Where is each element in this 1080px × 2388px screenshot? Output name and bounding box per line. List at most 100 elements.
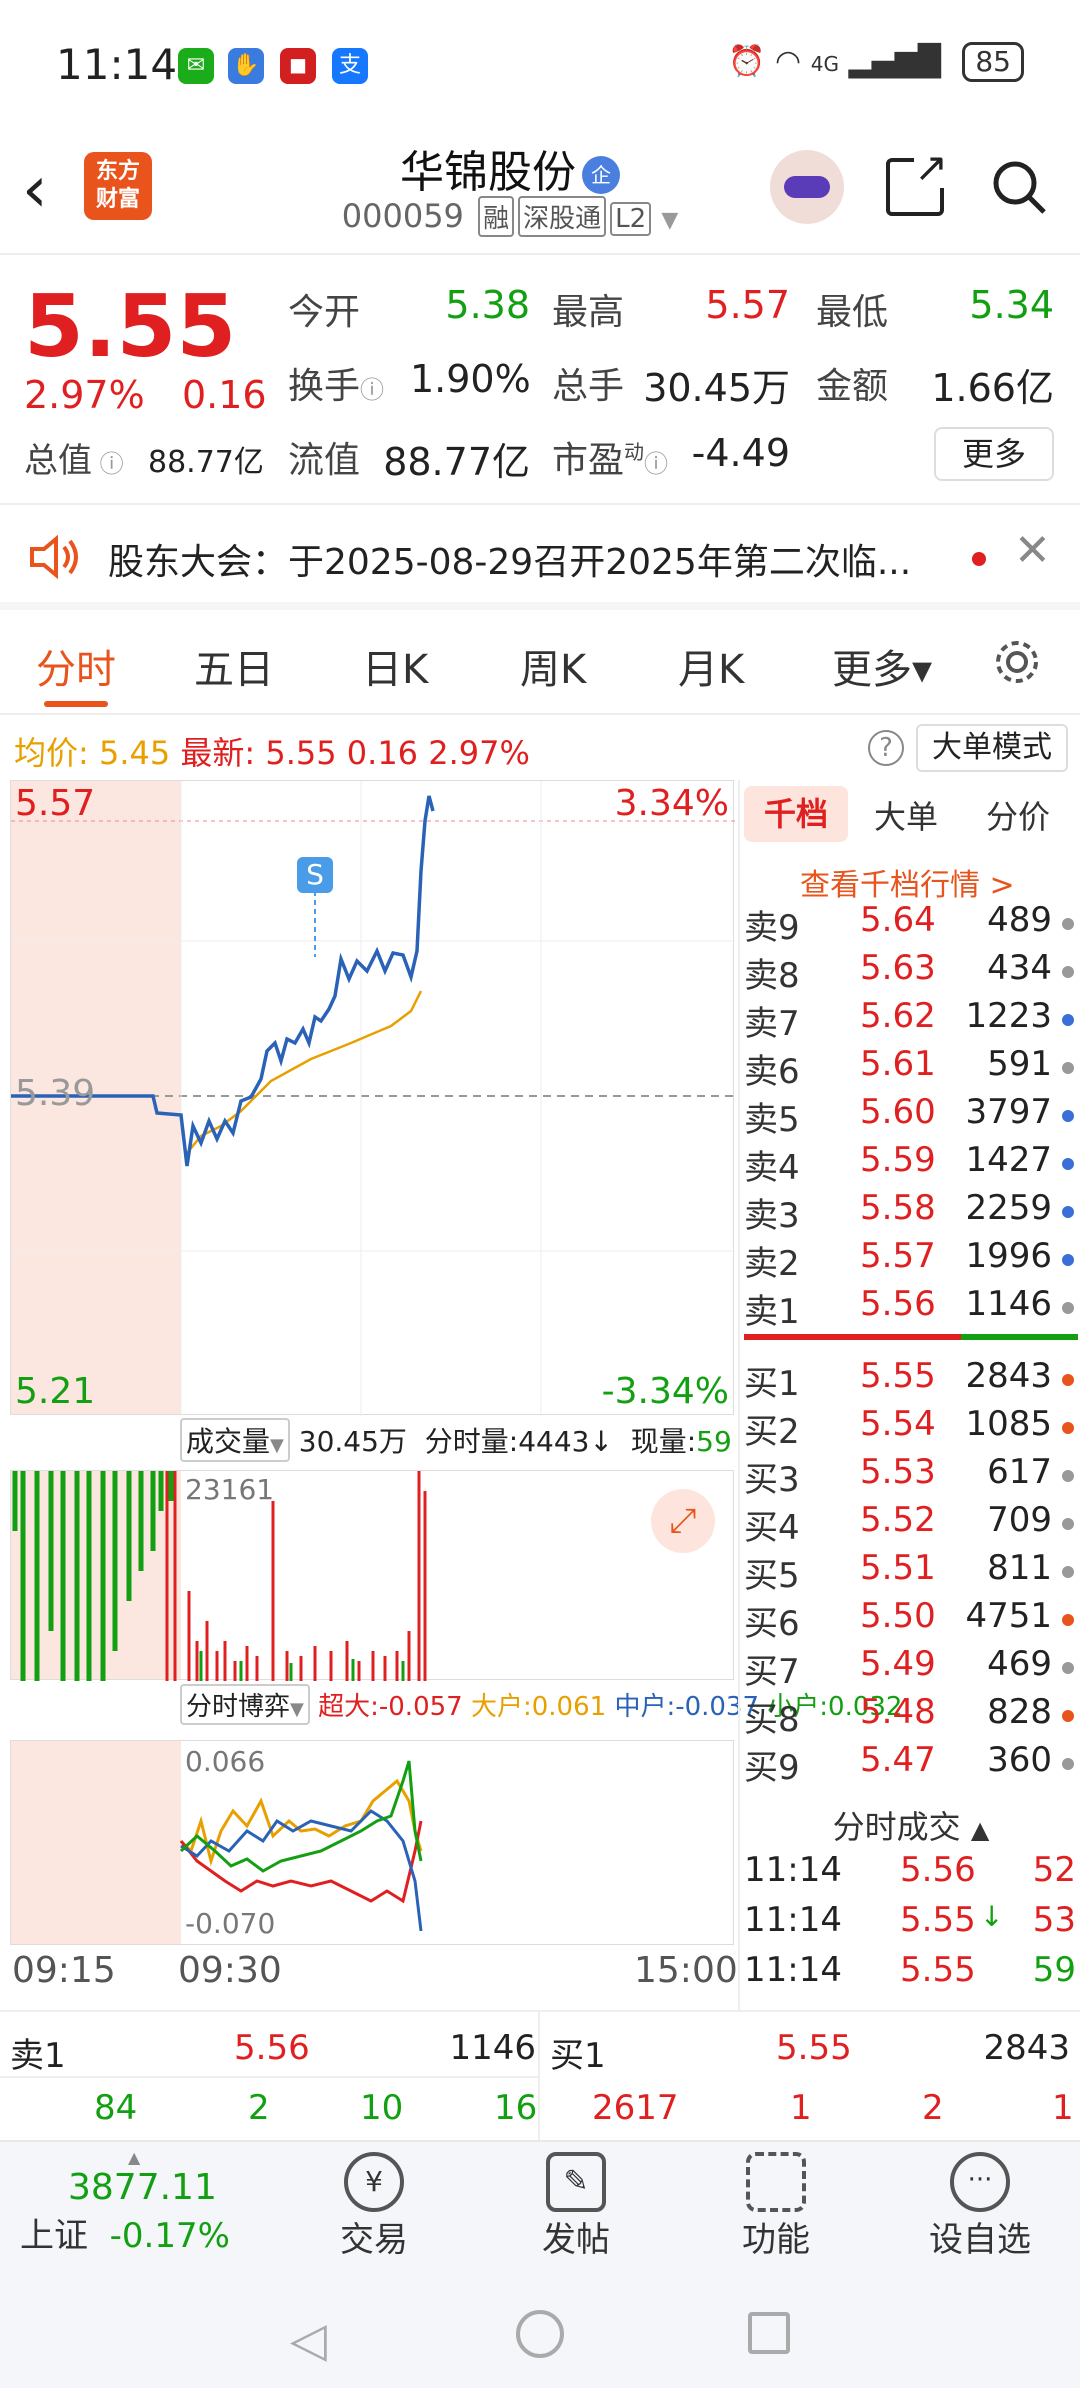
tab-big-order[interactable]: 大单	[874, 792, 938, 838]
flow-super: 超大:-0.057	[318, 1692, 463, 1722]
stock-name: 华锦股份企	[300, 136, 720, 200]
market-value: 88.77亿	[148, 445, 264, 480]
y-axis-mid: 5.39	[15, 1073, 96, 1114]
sell-row[interactable]: 卖9 5.64 489	[740, 900, 1080, 948]
high-value: 5.57	[705, 283, 790, 327]
ticks-header[interactable]: 分时成交 ▲	[740, 1802, 1080, 1848]
index-ticker[interactable]: ▲ 3877.11 上证 -0.17%	[20, 2148, 260, 2257]
back-triangle-icon[interactable]: ◁	[290, 2312, 327, 2368]
assistant-icon[interactable]	[770, 150, 844, 224]
signal-marker[interactable]: S	[297, 857, 333, 893]
tab-thousand-level[interactable]: 千档	[744, 786, 848, 842]
sell-row[interactable]: 卖4 5.59 1427	[740, 1140, 1080, 1188]
buy-row[interactable]: 买5 5.51 811	[740, 1548, 1080, 1596]
order-dot	[1062, 1158, 1074, 1170]
volume-chart[interactable]: 23161 ⤢	[10, 1470, 734, 1681]
sell-row[interactable]: 卖8 5.63 434	[740, 948, 1080, 996]
sell-row[interactable]: 卖2 5.57 1996	[740, 1236, 1080, 1284]
tick-row: 11:14 5.55 59	[744, 1950, 1080, 1998]
index-value: 3877.11	[68, 2167, 217, 2208]
help-icon[interactable]: ?	[868, 730, 904, 766]
buy-row[interactable]: 买7 5.49 469	[740, 1644, 1080, 1692]
tick-volume: 53	[1032, 1900, 1076, 1940]
index-name: 上证	[20, 2216, 88, 2256]
pe-value: -4.49	[691, 431, 790, 475]
back-icon[interactable]: ‹	[22, 158, 48, 222]
stock-code-row[interactable]: 000059 融深股通 L2 ▼	[300, 196, 720, 237]
order-dot	[1062, 1422, 1074, 1434]
notice-bar[interactable]: 股东大会：于2025-08-29召开2025年第二次临... ✕	[0, 505, 1080, 610]
share-icon[interactable]: ↗	[886, 148, 948, 216]
buy-volume: 811	[987, 1548, 1052, 1588]
buy-level: 买5	[744, 1556, 800, 1596]
buy-row[interactable]: 买8 5.48 828	[740, 1692, 1080, 1740]
buy-row[interactable]: 买2 5.54 1085	[740, 1404, 1080, 1452]
chart-tabs: 分时 五日 日K 周K 月K 更多▾	[0, 615, 1080, 715]
nav-trade[interactable]: ¥ 交易	[314, 2152, 434, 2261]
price-line	[11, 781, 735, 1416]
gear-icon[interactable]	[992, 637, 1042, 687]
tab-price-distribution[interactable]: 分价	[986, 792, 1050, 838]
wechat-icon: ✉	[178, 48, 214, 84]
signal-icon: ▂▄▆█	[848, 44, 941, 79]
close-icon[interactable]: ✕	[1014, 525, 1051, 576]
flow-large: 大户:0.061	[470, 1692, 607, 1722]
tab-daily-k[interactable]: 日K	[362, 637, 428, 695]
bottom-nav: ▲ 3877.11 上证 -0.17% ¥ 交易 ✎ 发帖 功能 ··· 设自选	[0, 2140, 1080, 2276]
buy-price: 5.52	[860, 1500, 936, 1540]
speaker-icon	[26, 533, 82, 581]
home-icon[interactable]	[516, 2310, 564, 2358]
tab-weekly-k[interactable]: 周K	[520, 637, 586, 695]
sell-volume: 1223	[965, 996, 1052, 1036]
intraday-chart[interactable]: S 5.57 5.39 5.21 3.34% -3.34%	[10, 780, 735, 1416]
amount-label: 金额	[816, 366, 889, 407]
tab-intraday[interactable]: 分时	[36, 637, 116, 695]
sell-volume: 1427	[965, 1140, 1052, 1180]
buy-row[interactable]: 买9 5.47 360	[740, 1740, 1080, 1788]
nav-add-watchlist[interactable]: ··· 设自选	[920, 2152, 1040, 2261]
sell-row[interactable]: 卖6 5.61 591	[740, 1044, 1080, 1092]
now-volume: 59	[696, 1425, 732, 1458]
more-button[interactable]: 更多	[934, 427, 1054, 481]
sell-level: 卖6	[744, 1052, 800, 1092]
logo-text: 东方财富	[96, 159, 141, 212]
volume-selector[interactable]: 成交量▼	[180, 1418, 290, 1462]
sell-level: 卖9	[744, 908, 800, 948]
sell-row[interactable]: 卖3 5.58 2259	[740, 1188, 1080, 1236]
nav-functions[interactable]: 功能	[716, 2152, 836, 2261]
sell-row[interactable]: 卖5 5.60 3797	[740, 1092, 1080, 1140]
view-depth-link[interactable]: 查看千档行情 >	[800, 860, 1015, 904]
tab-more[interactable]: 更多▾	[832, 637, 932, 695]
buy-volume: 1085	[965, 1404, 1052, 1444]
flow-chart[interactable]: 0.066 -0.070	[10, 1740, 734, 1945]
sell-row[interactable]: 卖7 5.62 1223	[740, 996, 1080, 1044]
sell-row[interactable]: 卖1 5.56 1146	[740, 1284, 1080, 1332]
search-icon[interactable]	[990, 158, 1048, 216]
enterprise-badge: 企	[582, 156, 620, 194]
sell-price: 5.57	[860, 1236, 936, 1276]
order-dot	[1062, 1758, 1074, 1770]
buy-row[interactable]: 买3 5.53 617	[740, 1452, 1080, 1500]
alipay-icon: 支	[332, 48, 368, 84]
order-dot	[1062, 918, 1074, 930]
battery-icon: 85	[962, 42, 1024, 82]
buy-row[interactable]: 买6 5.50 4751	[740, 1596, 1080, 1644]
stock-header: ‹ 东方财富 华锦股份企 000059 融深股通 L2 ▼ ↗	[0, 130, 1080, 255]
buy-row[interactable]: 买1 5.55 2843	[740, 1356, 1080, 1404]
big-order-mode-button[interactable]: 大单模式	[916, 724, 1068, 772]
tick-price: 5.55	[900, 1950, 976, 1990]
buy-row[interactable]: 买4 5.52 709	[740, 1500, 1080, 1548]
time-close: 15:00	[634, 1950, 738, 1991]
nav-post[interactable]: ✎ 发帖	[516, 2152, 636, 2261]
divider	[538, 2012, 540, 2142]
tab-monthly-k[interactable]: 月K	[678, 637, 744, 695]
order-dot	[1062, 1518, 1074, 1530]
book-divider	[744, 1334, 1078, 1340]
expand-icon[interactable]: ⤢	[651, 1489, 715, 1553]
high-label: 最高	[552, 292, 625, 333]
recents-icon[interactable]	[748, 2312, 790, 2354]
app-logo[interactable]: 东方财富	[84, 152, 152, 220]
buy-level: 买7	[744, 1652, 800, 1692]
flow-selector[interactable]: 分时博弈▼	[180, 1684, 310, 1725]
tab-five-day[interactable]: 五日	[194, 637, 274, 695]
